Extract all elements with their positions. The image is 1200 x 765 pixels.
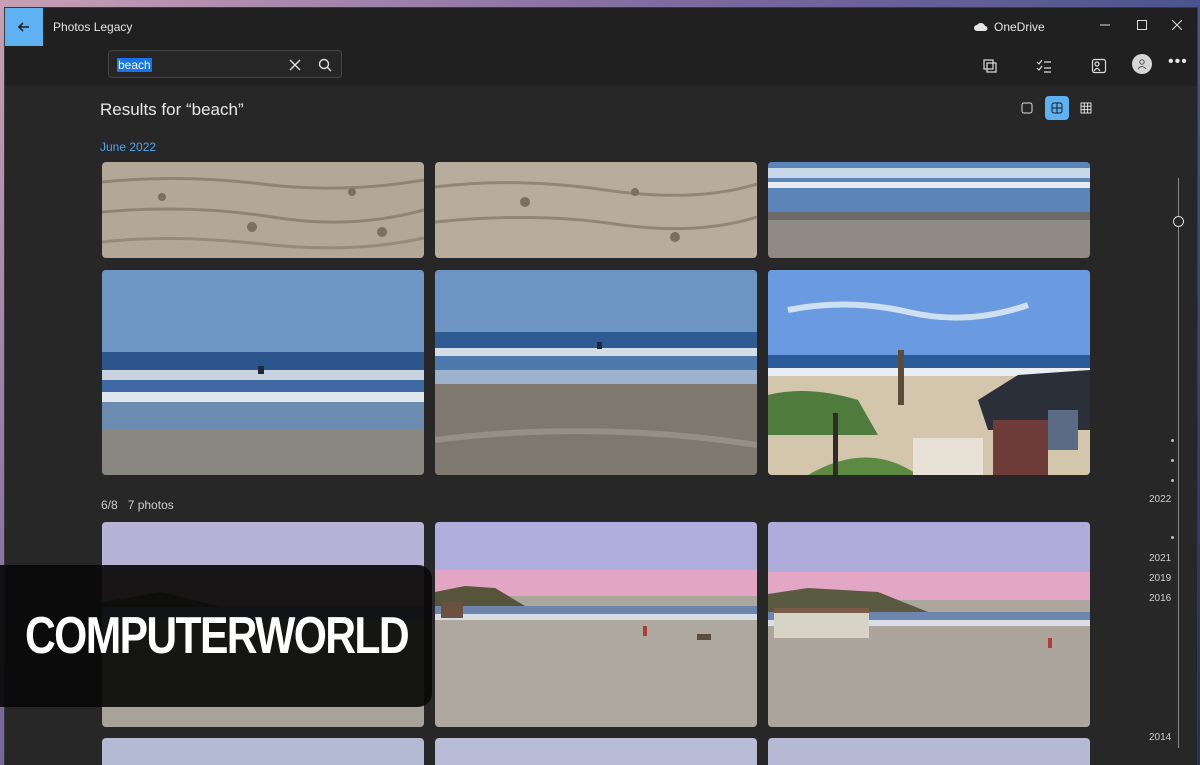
- toolbar: beach •••: [5, 46, 1197, 86]
- timeline-year[interactable]: 2016: [1149, 593, 1171, 604]
- timeline-dot: [1171, 439, 1174, 442]
- maximize-button[interactable]: [1127, 13, 1157, 37]
- people-button[interactable]: [1089, 56, 1109, 76]
- watermark-text: COMPUTERWORLD: [24, 607, 410, 665]
- timeline-scrubber[interactable]: [1178, 178, 1179, 748]
- photo-thumbnail[interactable]: [435, 162, 757, 258]
- cloud-icon: [974, 22, 988, 31]
- search-icon[interactable]: [317, 57, 333, 73]
- photo-thumbnail[interactable]: [768, 738, 1090, 765]
- compact-grid-view-icon: [1080, 102, 1092, 114]
- grid-view-button[interactable]: [1045, 96, 1069, 120]
- photo-thumbnail[interactable]: [435, 522, 757, 727]
- page-title: Results for “beach”: [100, 100, 244, 119]
- group-date-label: June 2022: [100, 140, 157, 154]
- compact-grid-view-button[interactable]: [1074, 96, 1098, 120]
- photo-thumbnail[interactable]: [768, 270, 1090, 475]
- select-icon: [1036, 59, 1051, 73]
- timeline-year[interactable]: 2022: [1149, 494, 1171, 505]
- photo-thumbnail[interactable]: [435, 738, 757, 765]
- minimize-button[interactable]: [1090, 13, 1120, 37]
- single-view-button[interactable]: [1015, 96, 1039, 120]
- people-icon: [1091, 58, 1107, 74]
- search-box[interactable]: beach: [108, 50, 342, 78]
- back-arrow-icon: [17, 22, 29, 32]
- close-button[interactable]: [1162, 13, 1192, 37]
- group-date-label: 6/8: [101, 498, 118, 512]
- title-bar: Photos Legacy OneDrive: [5, 8, 1197, 46]
- photo-thumbnail[interactable]: [768, 522, 1090, 727]
- person-icon: [1137, 59, 1147, 70]
- back-button[interactable]: [5, 8, 43, 46]
- single-view-icon: [1021, 102, 1033, 114]
- photo-thumbnail[interactable]: [102, 738, 424, 765]
- onedrive-status[interactable]: OneDrive: [973, 20, 1045, 34]
- import-button[interactable]: [980, 56, 1000, 76]
- timeline-dot: [1171, 459, 1174, 462]
- photo-count-label: 7 photos: [127, 498, 174, 512]
- timeline-handle[interactable]: [1173, 216, 1184, 227]
- select-button[interactable]: [1034, 56, 1054, 76]
- timeline-year[interactable]: 2021: [1149, 553, 1171, 564]
- onedrive-label: OneDrive: [994, 20, 1045, 34]
- timeline-year[interactable]: 2014: [1149, 732, 1171, 743]
- maximize-icon: [1137, 20, 1147, 30]
- clear-search-icon[interactable]: [287, 57, 303, 73]
- app-title: Photos Legacy: [53, 20, 133, 34]
- group-header: 6/8 7 photos: [101, 498, 174, 512]
- minimize-icon: [1100, 24, 1110, 26]
- photo-thumbnail[interactable]: [102, 162, 424, 258]
- watermark-logo: COMPUTERWORLD: [0, 565, 432, 707]
- account-avatar-icon[interactable]: [1132, 54, 1152, 74]
- timeline-year[interactable]: 2019: [1149, 573, 1171, 584]
- more-icon[interactable]: •••: [1168, 53, 1188, 71]
- close-icon: [1172, 20, 1182, 30]
- grid-view-icon: [1051, 102, 1063, 114]
- import-icon: [983, 59, 997, 73]
- search-input[interactable]: beach: [117, 58, 152, 72]
- timeline-dot: [1171, 536, 1174, 539]
- photo-thumbnail[interactable]: [768, 162, 1090, 258]
- photo-thumbnail[interactable]: [102, 270, 424, 475]
- photo-thumbnail[interactable]: [435, 270, 757, 475]
- timeline-dot: [1171, 479, 1174, 482]
